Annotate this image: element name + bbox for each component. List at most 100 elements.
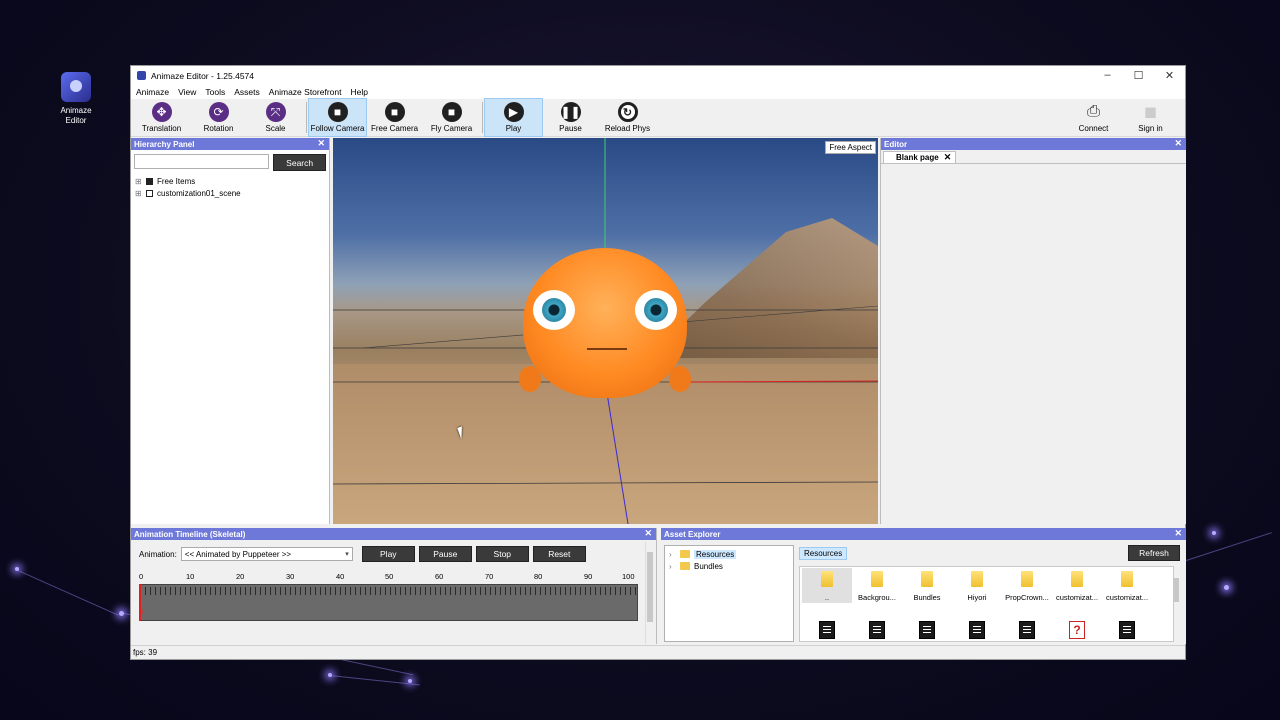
menu-tools[interactable]: Tools (205, 87, 225, 97)
desktop-shortcut-animaze-editor[interactable]: Animaze Editor (52, 70, 100, 126)
menu-animaze[interactable]: Animaze (136, 87, 169, 97)
scale-label: Scale (265, 124, 286, 133)
menu-help[interactable]: Help (350, 87, 367, 97)
asset-explorer-header: Asset Explorer ✕ (661, 528, 1186, 540)
timeline-stop-button[interactable]: Stop (475, 546, 529, 562)
expand-icon[interactable]: ⊞ (135, 177, 143, 186)
asset-folder[interactable]: Backgrou... (852, 568, 902, 602)
menu-view[interactable]: View (178, 87, 196, 97)
tree-item-scene[interactable]: ⊞ customization01_scene (131, 187, 329, 199)
play-label: Play (505, 124, 522, 133)
asset-folder[interactable]: Hiyori (952, 568, 1002, 602)
asset-tree-resources[interactable]: › Resources (665, 548, 793, 560)
menu-assets[interactable]: Assets (234, 87, 260, 97)
asset-file[interactable] (1002, 617, 1052, 639)
asset-grid: .. Backgrou... Bundles Hiyori PropCrown.… (799, 566, 1174, 642)
maximize-button[interactable]: ☐ (1123, 69, 1154, 82)
expand-icon[interactable]: › (669, 562, 677, 571)
breadcrumb[interactable]: Resources (799, 547, 848, 560)
timeline-reset-button[interactable]: Reset (532, 546, 586, 562)
timeline-ruler[interactable]: 0 10 20 30 40 50 60 70 80 90 100 0 (139, 572, 638, 622)
free-aspect-dropdown[interactable]: Free Aspect (825, 141, 876, 154)
background-star (1224, 585, 1229, 590)
tab-blank-page[interactable]: Blank page ✕ (883, 151, 957, 163)
scale-button[interactable]: ⤧ Scale (247, 99, 304, 136)
follow-camera-label: Follow Camera (310, 124, 365, 133)
animation-select[interactable]: << Animated by Puppeteer >> ▾ (180, 547, 353, 561)
hierarchy-panel-header: Hierarchy Panel ✕ (131, 138, 329, 150)
play-icon: ▶ (503, 102, 524, 122)
tick-label: 30 (286, 572, 295, 581)
hierarchy-search-input[interactable] (134, 154, 270, 169)
avatar-eye (533, 290, 575, 330)
close-panel-icon[interactable]: ✕ (317, 138, 325, 149)
close-panel-icon[interactable]: ✕ (644, 528, 652, 539)
scene-viewport[interactable]: Free Aspect (333, 138, 878, 524)
fly-camera-button[interactable]: ■ Fly Camera (423, 99, 480, 136)
animaze-editor-window: Animaze Editor - 1.25.4574 – ☐ ✕ Animaze… (130, 65, 1186, 660)
timeline-play-button[interactable]: Play (361, 546, 415, 562)
connect-button[interactable]: ⎙ Connect (1065, 99, 1122, 136)
close-tab-icon[interactable]: ✕ (944, 152, 952, 163)
asset-file[interactable] (1102, 617, 1152, 639)
background-star (408, 679, 412, 683)
sign-in-button[interactable]: ◼ Sign in (1122, 99, 1179, 136)
pause-button[interactable]: ❚❚ Pause (542, 99, 599, 136)
asset-label: .. (824, 593, 830, 602)
toolbar-separator (482, 102, 483, 133)
asset-file[interactable] (902, 617, 952, 639)
refresh-button[interactable]: Refresh (1128, 545, 1180, 561)
reload-icon: ↻ (617, 102, 638, 122)
rotate-icon: ⟳ (208, 102, 229, 122)
title-bar: Animaze Editor - 1.25.4574 – ☐ ✕ (131, 66, 1185, 85)
follow-camera-button[interactable]: ■ Follow Camera (308, 98, 367, 137)
asset-folder[interactable]: customizat... (1052, 568, 1102, 602)
tick-label: 0 (139, 572, 144, 581)
asset-label: Hiyori (967, 593, 987, 602)
asset-scrollbar[interactable] (1172, 566, 1180, 642)
hierarchy-search-button[interactable]: Search (273, 154, 326, 171)
move-arrows-icon: ✥ (151, 102, 172, 122)
animation-label: Animation: (139, 549, 177, 559)
tree-item-free-items[interactable]: ⊞ Free Items (131, 175, 329, 187)
translation-button[interactable]: ✥ Translation (133, 99, 190, 136)
timeline-panel-title: Animation Timeline (Skeletal) (134, 529, 246, 539)
asset-file[interactable] (852, 617, 902, 639)
close-window-button[interactable]: ✕ (1154, 69, 1185, 82)
asset-folder[interactable]: Bundles (902, 568, 952, 602)
asset-folder[interactable]: customizat... (1102, 568, 1152, 602)
asset-folder-up[interactable]: .. (802, 568, 852, 603)
timeline-pause-button[interactable]: Pause (418, 546, 472, 562)
asset-file[interactable] (802, 617, 852, 639)
minimize-button[interactable]: – (1092, 69, 1123, 82)
asset-file[interactable] (1052, 617, 1102, 639)
scrollbar-thumb[interactable] (647, 552, 653, 622)
reload-phys-button[interactable]: ↻ Reload Phys (599, 99, 656, 136)
tick-label: 60 (435, 572, 444, 581)
play-button[interactable]: ▶ Play (484, 98, 543, 137)
asset-label: customizat... (1105, 593, 1149, 602)
asset-folder[interactable]: PropCrown... (1002, 568, 1052, 602)
asset-tree-bundles[interactable]: › Bundles (665, 560, 793, 572)
close-panel-icon[interactable]: ✕ (1174, 138, 1182, 149)
app-icon (137, 71, 146, 80)
folder-icon (680, 550, 690, 558)
tab-label: Blank page (896, 153, 939, 162)
rotation-button[interactable]: ⟳ Rotation (190, 99, 247, 136)
document-icon (919, 621, 935, 639)
asset-tree-label: Resources (694, 549, 737, 559)
free-camera-button[interactable]: ■ Free Camera (366, 99, 423, 136)
scrollbar-thumb[interactable] (1173, 578, 1179, 602)
asset-file[interactable] (952, 617, 1002, 639)
expand-icon[interactable]: › (669, 550, 677, 559)
document-icon (1019, 621, 1035, 639)
timeline-scrollbar[interactable] (645, 542, 653, 644)
close-panel-icon[interactable]: ✕ (1174, 528, 1182, 539)
menu-animaze-storefront[interactable]: Animaze Storefront (269, 87, 342, 97)
timeline-track[interactable] (139, 584, 638, 621)
expand-icon[interactable]: ⊞ (135, 189, 143, 198)
timeline-ticks: 0 10 20 30 40 50 60 70 80 90 100 (139, 572, 638, 582)
avatar-model[interactable] (519, 248, 691, 398)
editor-panel: Editor ✕ Blank page ✕ (880, 138, 1186, 524)
background-line (1186, 532, 1272, 561)
